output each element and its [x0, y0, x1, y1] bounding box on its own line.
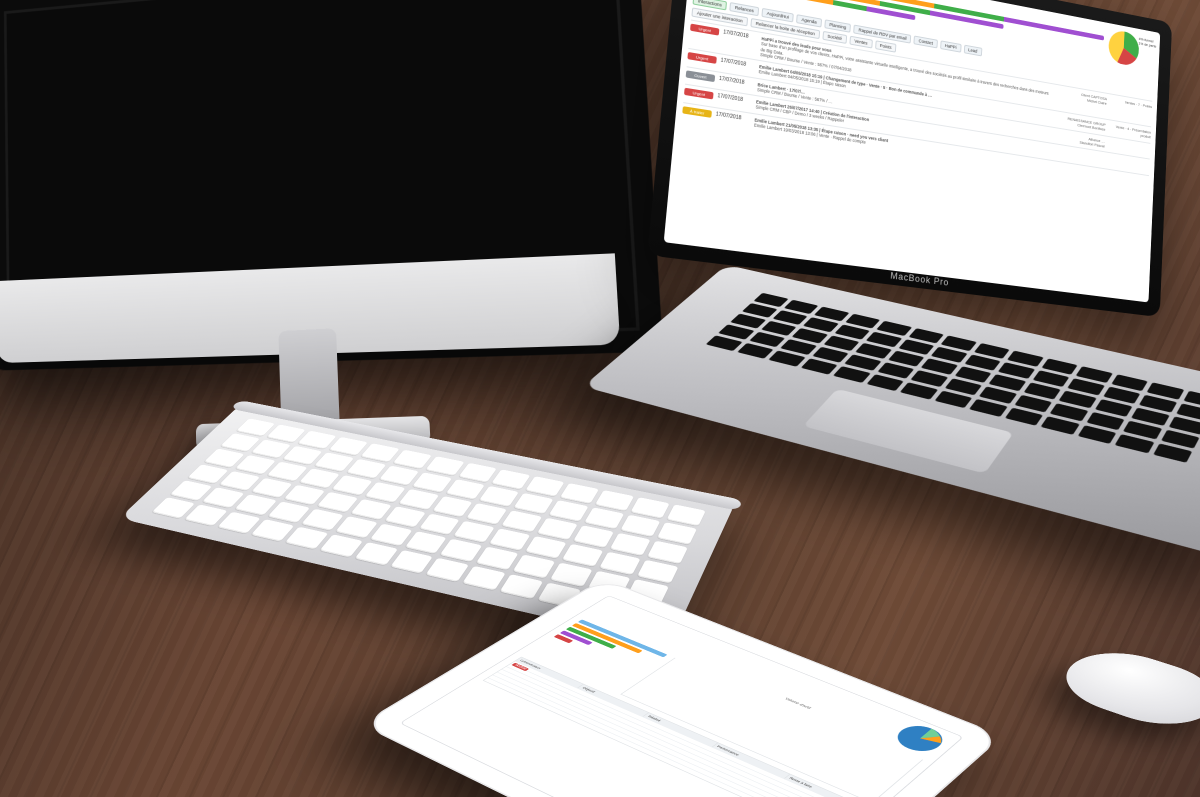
desk-scene: S Simple CRM Interaction par type: [0, 0, 1200, 797]
macbook-display: S Simple CRM Interaction par type: [664, 0, 1161, 302]
crm-row-badge: Ouvert: [686, 70, 716, 82]
bar-pair: [854, 792, 870, 797]
bar-pair: [627, 694, 641, 700]
dashboard-app: Volume d'actif CommerciauxObjectifRéalis…: [401, 596, 963, 797]
crm-row-meta: Ventes · 7 · Points: [1110, 97, 1152, 109]
bar-pair: [835, 784, 851, 791]
bar-pair: [643, 701, 657, 707]
crm-toolbar-button[interactable]: Points: [875, 40, 897, 52]
bar-pair: [745, 745, 760, 752]
imac: [0, 0, 640, 380]
bar-pair: [817, 776, 833, 783]
crm-toolbar-button[interactable]: Ventes: [849, 36, 872, 49]
bar-pair: [727, 737, 742, 743]
crm-pie-chart: 4% funnel 1% de perte: [1108, 29, 1155, 74]
crm-row-badge: Urgent: [687, 52, 716, 64]
crm-row-date: 17/07/2018: [719, 75, 754, 87]
bar-pair: [763, 752, 778, 759]
crm-row-date: 17/07/2018: [717, 93, 752, 105]
bar-pair: [780, 760, 796, 767]
crm-row-badge: Urgent: [690, 24, 719, 36]
crm-row-date: 17/07/2018: [723, 29, 758, 41]
bar-pair: [799, 768, 815, 775]
bar-pair: [676, 715, 690, 721]
bar-pair: [710, 730, 725, 736]
ipad-display: Volume d'actif CommerciauxObjectifRéalis…: [399, 595, 963, 797]
bar-pair: [660, 708, 674, 714]
crm-row-meta: [1107, 172, 1149, 179]
crm-row-badge: À traiter: [682, 106, 712, 118]
ipad-body: Volume d'actif CommerciauxObjectifRéalis…: [360, 578, 1004, 797]
crm-app: S Simple CRM Interaction par type: [664, 0, 1161, 302]
crm-row-date: 17/07/2018: [720, 58, 755, 70]
bar-pair: [693, 722, 708, 728]
magic-mouse[interactable]: [1060, 637, 1200, 737]
crm-row-date: 17/07/2018: [716, 111, 751, 123]
crm-toolbar-button[interactable]: Société: [822, 31, 847, 44]
ipad: Volume d'actif CommerciauxObjectifRéalis…: [420, 540, 940, 797]
crm-row-badge: Urgent: [684, 88, 714, 100]
